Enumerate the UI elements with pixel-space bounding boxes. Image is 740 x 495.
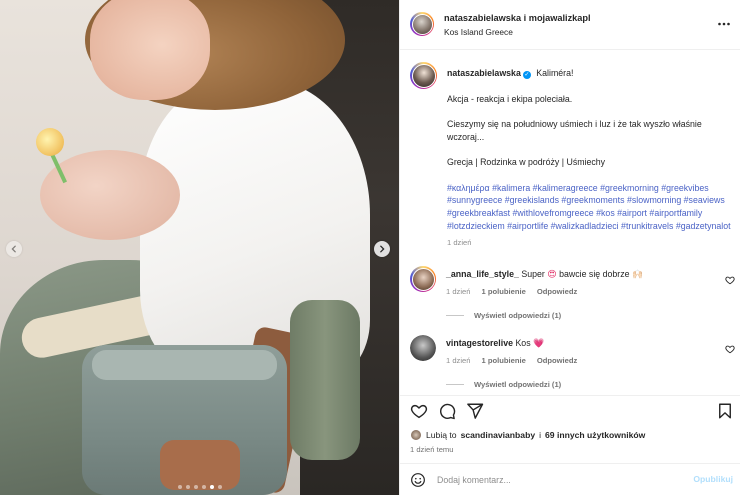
liker-avatar[interactable] bbox=[410, 429, 422, 441]
photo-child-arm bbox=[40, 150, 180, 240]
smiley-icon bbox=[411, 473, 425, 487]
comment-button[interactable] bbox=[438, 402, 456, 420]
comment-likes[interactable]: 1 polubienie bbox=[482, 287, 526, 296]
verified-badge-icon: ✓ bbox=[522, 71, 531, 79]
comment-username[interactable]: vintagestorelive bbox=[446, 338, 513, 348]
carousel-dot bbox=[209, 485, 214, 489]
post-location[interactable]: Kos Island Greece bbox=[444, 27, 513, 37]
comment-username[interactable]: _anna_life_style_ bbox=[446, 269, 519, 279]
more-horizontal-icon bbox=[718, 22, 730, 26]
share-button[interactable] bbox=[466, 402, 484, 420]
carousel-dot bbox=[201, 485, 206, 489]
comment-time: 1 dzień bbox=[446, 356, 471, 365]
commenter-avatar[interactable] bbox=[410, 266, 436, 292]
like-button[interactable] bbox=[410, 402, 428, 420]
emoji-picker-button[interactable] bbox=[410, 472, 426, 488]
post-details-panel: nataszabielawska i mojawalizkapl Kos Isl… bbox=[399, 0, 740, 495]
previous-slide-button[interactable] bbox=[6, 241, 22, 257]
heart-outline-icon bbox=[410, 404, 428, 419]
view-replies-button[interactable]: Wyświetl odpowiedzi (1) bbox=[446, 380, 561, 389]
post-timestamp[interactable]: 1 dzień temu bbox=[410, 445, 453, 454]
comment-reply-button[interactable]: Odpowiedz bbox=[537, 356, 578, 365]
heart-outline-icon bbox=[725, 345, 735, 354]
comment-item: vintagestorelive Kos 💗 1 dzień 1 polubie… bbox=[410, 335, 735, 395]
add-comment-bar: Opublikuj bbox=[400, 463, 740, 495]
photo-lollipop bbox=[36, 128, 64, 156]
carousel-dot bbox=[185, 485, 190, 489]
photo-child-face bbox=[90, 0, 210, 100]
post-authors[interactable]: nataszabielawska i mojawalizkapl bbox=[444, 13, 591, 23]
comment-input[interactable] bbox=[437, 472, 687, 488]
view-replies-button[interactable]: Wyświetl odpowiedzi (1) bbox=[446, 311, 561, 320]
comment-like-button[interactable] bbox=[725, 275, 735, 285]
other-likers-link[interactable]: 69 innych użytkowników bbox=[545, 430, 645, 440]
heart-outline-icon bbox=[725, 276, 735, 285]
caption-hashtags[interactable]: #καλημέρα #kalimera #kalimeragreece #gre… bbox=[447, 182, 737, 232]
chevron-left-icon bbox=[11, 245, 16, 253]
post-media[interactable] bbox=[0, 0, 399, 495]
comment-meta: 1 dzień 1 polubienie Odpowiedz bbox=[446, 287, 577, 296]
caption-author-avatar[interactable] bbox=[410, 62, 437, 89]
carousel-indicator bbox=[0, 485, 399, 489]
post-actions-bar bbox=[400, 395, 740, 425]
caption-time: 1 dzień bbox=[447, 238, 472, 248]
chevron-right-icon bbox=[380, 245, 385, 253]
caption-username[interactable]: nataszabielawska bbox=[447, 68, 521, 78]
commenter-avatar[interactable] bbox=[410, 335, 436, 361]
raised-hands-emoji-icon: 🙌🏻 bbox=[631, 269, 643, 279]
photo-water-bottle bbox=[290, 300, 360, 460]
comment-meta: 1 dzień 1 polubienie Odpowiedz bbox=[446, 356, 577, 365]
post-header: nataszabielawska i mojawalizkapl Kos Isl… bbox=[400, 0, 740, 50]
comment-time: 1 dzień bbox=[446, 287, 471, 296]
likes-summary[interactable]: Lubią to scandinavianbaby i 69 innych uż… bbox=[410, 429, 645, 441]
comment-text: vintagestorelive Kos 💗 bbox=[446, 338, 545, 348]
paper-plane-icon bbox=[467, 403, 484, 419]
caption-first-line: Kaliméra! bbox=[536, 68, 574, 78]
caption-line: Cieszymy się na południowy uśmiech i luz… bbox=[447, 119, 702, 142]
comments-section[interactable]: nataszabielawska ✓ Kaliméra! Akcja - reak… bbox=[400, 51, 740, 395]
photo-suitcase-clasp bbox=[160, 440, 240, 490]
comment-item: _anna_life_style_ Super 😍 bawcie się dob… bbox=[410, 266, 735, 326]
save-button[interactable] bbox=[716, 402, 734, 420]
pink-heart-emoji-icon: 💗 bbox=[533, 338, 545, 348]
carousel-dot bbox=[177, 485, 182, 489]
comment-text: _anna_life_style_ Super 😍 bawcie się dob… bbox=[446, 269, 643, 279]
comment-like-button[interactable] bbox=[725, 344, 735, 354]
carousel-dot bbox=[193, 485, 198, 489]
comment-bubble-icon bbox=[440, 403, 456, 420]
comment-likes[interactable]: 1 polubienie bbox=[482, 356, 526, 365]
heart-eyes-emoji-icon: 😍 bbox=[547, 269, 557, 279]
photo-suitcase-lid bbox=[92, 350, 277, 380]
author-avatar[interactable] bbox=[410, 12, 434, 36]
comment-reply-button[interactable]: Odpowiedz bbox=[537, 287, 578, 296]
bookmark-icon bbox=[719, 403, 731, 419]
caption-line: Grecja | Rodzinka w podróży | Uśmiechy bbox=[447, 157, 606, 168]
publish-comment-button[interactable]: Opublikuj bbox=[693, 474, 733, 484]
caption-line: Akcja - reakcja i ekipa poleciała. bbox=[447, 93, 573, 104]
more-options-button[interactable] bbox=[717, 17, 731, 31]
carousel-dot bbox=[217, 485, 222, 489]
next-slide-button[interactable] bbox=[374, 241, 390, 257]
liker-username[interactable]: scandinavianbaby bbox=[461, 430, 536, 440]
